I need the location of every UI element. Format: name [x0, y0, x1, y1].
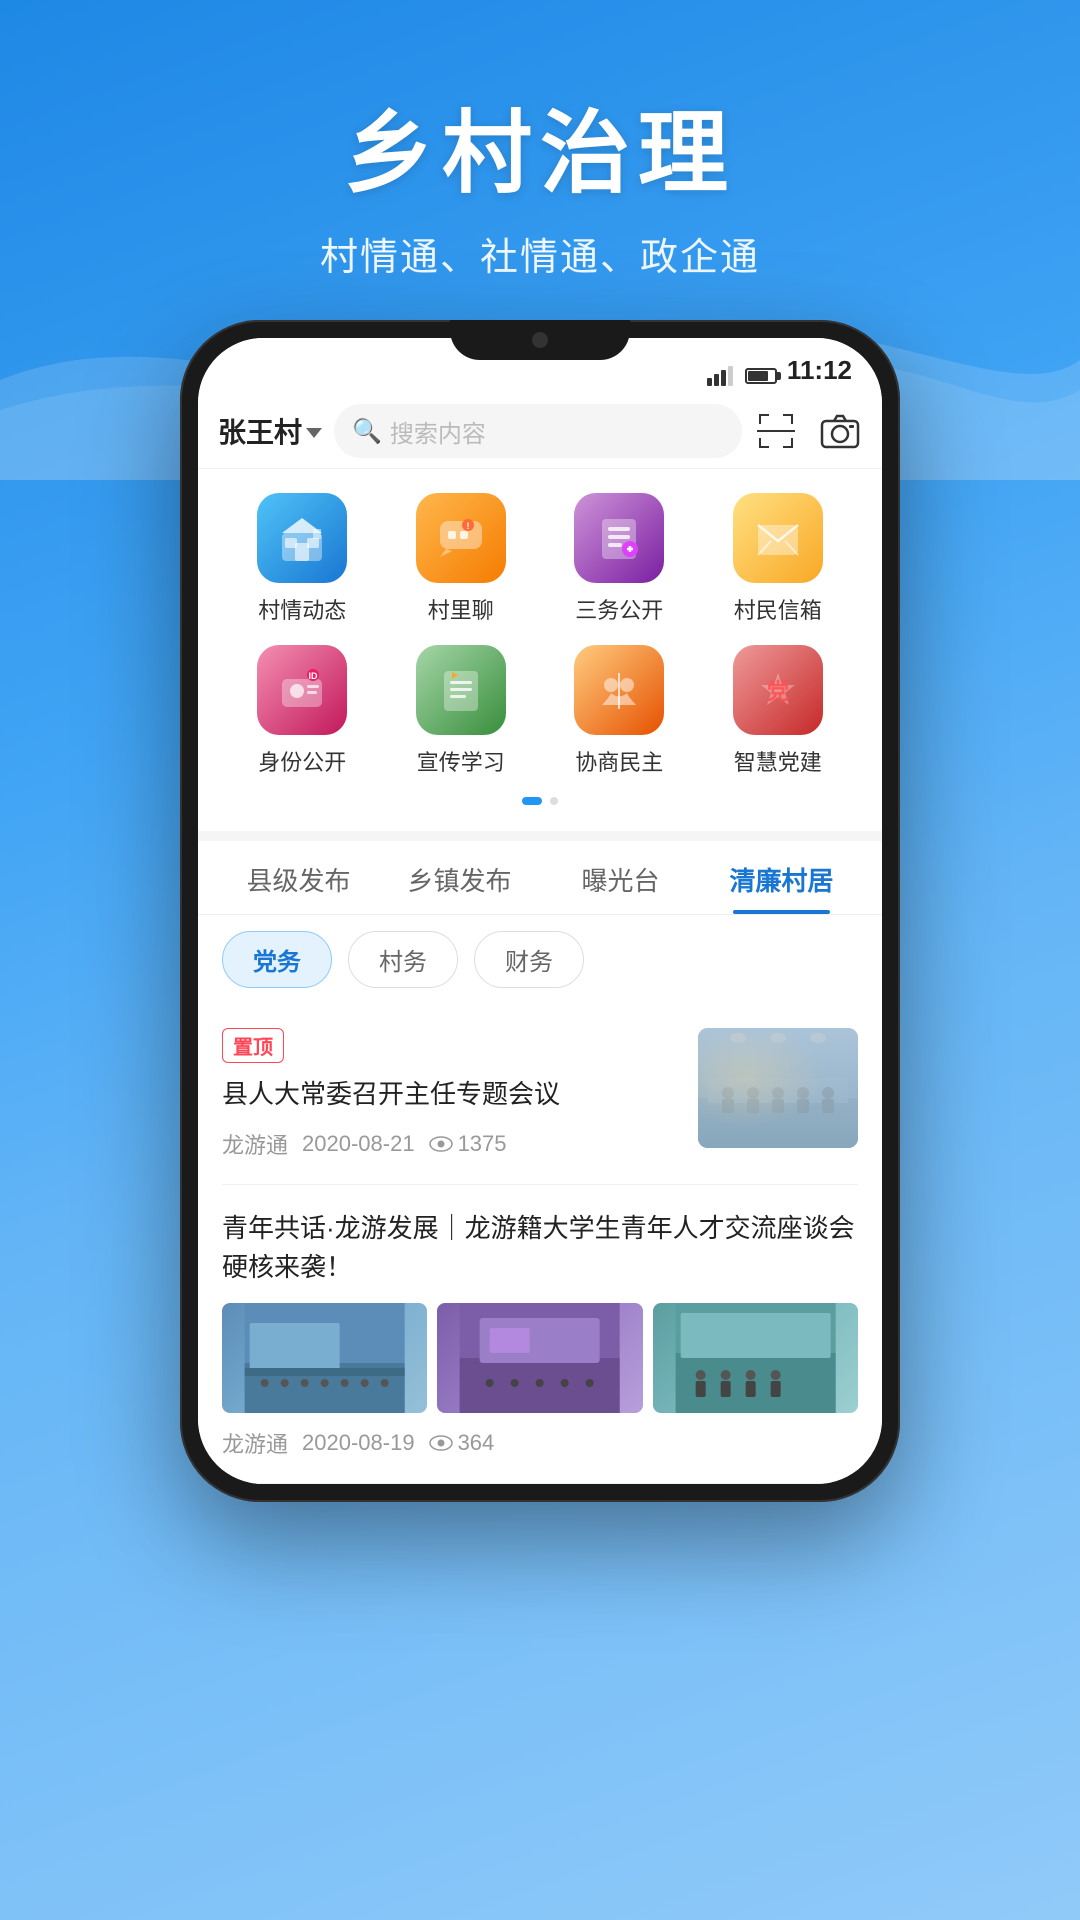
- chip-village-affairs[interactable]: 村务: [348, 931, 458, 988]
- phone-mockup: 11:12 张王村 🔍 搜索内容: [180, 320, 900, 1502]
- signal-icon: [707, 366, 733, 386]
- app-icon-mailbox: [733, 493, 823, 583]
- chip-finance[interactable]: 财务: [474, 931, 584, 988]
- tab-exposure[interactable]: 曝光台: [540, 841, 701, 914]
- app-item-party[interactable]: 党 智慧党建: [704, 645, 853, 777]
- app-item-village-chat[interactable]: ! 村里聊: [387, 493, 536, 625]
- news-meta-1: 龙游通 2020-08-21 1375: [222, 1128, 682, 1160]
- filter-chips: 党务 村务 财务: [198, 915, 882, 1004]
- news-date-1: 2020-08-21: [302, 1131, 415, 1157]
- news-views-1: 1375: [429, 1131, 507, 1157]
- tab-clean-village[interactable]: 清廉村居: [701, 841, 862, 914]
- tab-township[interactable]: 乡镇发布: [379, 841, 540, 914]
- section-divider: [198, 831, 882, 841]
- news-item-1[interactable]: 置顶 县人大常委召开主任专题会议 龙游通 2020-08-21: [222, 1004, 858, 1185]
- page-dots: [228, 797, 852, 821]
- search-bar[interactable]: 🔍 搜索内容: [334, 404, 742, 458]
- camera-icon[interactable]: [818, 409, 862, 453]
- app-label-three-affairs: 三务公开: [575, 593, 663, 625]
- news-item-2[interactable]: 青年共话·龙游发展｜龙游籍大学生青年人才交流座谈会硬核来袭！: [222, 1185, 858, 1484]
- status-time: 11:12: [787, 355, 852, 386]
- news-thumb-1: [698, 1028, 858, 1148]
- app-item-identity[interactable]: ID 身份公开: [228, 645, 377, 777]
- app-item-village-dynamics[interactable]: 村情动态: [228, 493, 377, 625]
- app-icon-democracy: [574, 645, 664, 735]
- village-name: 张王村: [218, 411, 302, 451]
- news-feed: 置顶 县人大常委召开主任专题会议 龙游通 2020-08-21: [198, 1004, 882, 1484]
- news-pin-tag: 置顶: [222, 1028, 284, 1063]
- news-title-1: 县人大常委召开主任专题会议: [222, 1075, 682, 1114]
- news-thumb-row-2: [222, 1303, 858, 1413]
- tab-county[interactable]: 县级发布: [218, 841, 379, 914]
- dropdown-arrow-icon: [306, 428, 322, 438]
- page-dot-2: [550, 797, 558, 805]
- tab-nav: 县级发布 乡镇发布 曝光台 清廉村居: [198, 841, 882, 915]
- page-dot-1: [522, 797, 542, 805]
- app-label-party: 智慧党建: [734, 745, 822, 777]
- news-views-2: 364: [429, 1430, 495, 1456]
- nav-right-icons: [754, 409, 862, 453]
- app-label-village-chat: 村里聊: [428, 593, 494, 625]
- app-icon-three-affairs: [574, 493, 664, 583]
- chip-party-affairs[interactable]: 党务: [222, 931, 332, 988]
- svg-text:ID: ID: [309, 671, 319, 681]
- news-thumb-2c: [653, 1303, 858, 1413]
- page-title: 乡村治理: [0, 80, 1080, 210]
- app-label-identity: 身份公开: [258, 745, 346, 777]
- page-subtitle: 村情通、社情通、政企通: [0, 226, 1080, 281]
- camera-dot: [532, 332, 548, 348]
- app-item-three-affairs[interactable]: 三务公开: [545, 493, 694, 625]
- search-placeholder-text: 搜索内容: [390, 414, 486, 449]
- top-nav: 张王村 🔍 搜索内容: [198, 394, 882, 469]
- app-item-mailbox[interactable]: 村民信箱: [704, 493, 853, 625]
- news-source-1: 龙游通: [222, 1128, 288, 1160]
- app-item-democracy[interactable]: 协商民主: [545, 645, 694, 777]
- news-content-1: 置顶 县人大常委召开主任专题会议 龙游通 2020-08-21: [222, 1028, 682, 1160]
- news-thumb-2a: [222, 1303, 427, 1413]
- news-date-2: 2020-08-19: [302, 1430, 415, 1456]
- app-label-publicity: 宣传学习: [417, 745, 505, 777]
- pin-badge: 置顶: [222, 1028, 284, 1063]
- phone-notch: [450, 320, 630, 360]
- village-selector[interactable]: 张王村: [218, 411, 322, 451]
- app-icon-identity: ID: [257, 645, 347, 735]
- battery-icon: [745, 368, 777, 384]
- app-item-publicity[interactable]: 宣传学习: [387, 645, 536, 777]
- app-icon-village-chat: !: [416, 493, 506, 583]
- app-icon-party: 党: [733, 645, 823, 735]
- app-grid: 村情动态 ! 村里: [228, 493, 852, 777]
- scan-icon[interactable]: [754, 409, 798, 453]
- news-source-2: 龙游通: [222, 1427, 288, 1459]
- app-grid-section: 村情动态 ! 村里: [198, 469, 882, 831]
- status-icons: [707, 366, 777, 386]
- news-title-2: 青年共话·龙游发展｜龙游籍大学生青年人才交流座谈会硬核来袭！: [222, 1209, 858, 1287]
- news-thumb-2b: [437, 1303, 642, 1413]
- app-label-village-dynamics: 村情动态: [258, 593, 346, 625]
- svg-text:党: 党: [767, 679, 789, 704]
- search-icon: 🔍: [352, 417, 382, 446]
- page-header: 乡村治理 村情通、社情通、政企通: [0, 0, 1080, 311]
- app-icon-publicity: [416, 645, 506, 735]
- news-meta-2: 龙游通 2020-08-19 364: [222, 1427, 858, 1459]
- app-label-mailbox: 村民信箱: [734, 593, 822, 625]
- svg-text:!: !: [466, 521, 469, 531]
- app-label-democracy: 协商民主: [575, 745, 663, 777]
- app-icon-village-dynamics: [257, 493, 347, 583]
